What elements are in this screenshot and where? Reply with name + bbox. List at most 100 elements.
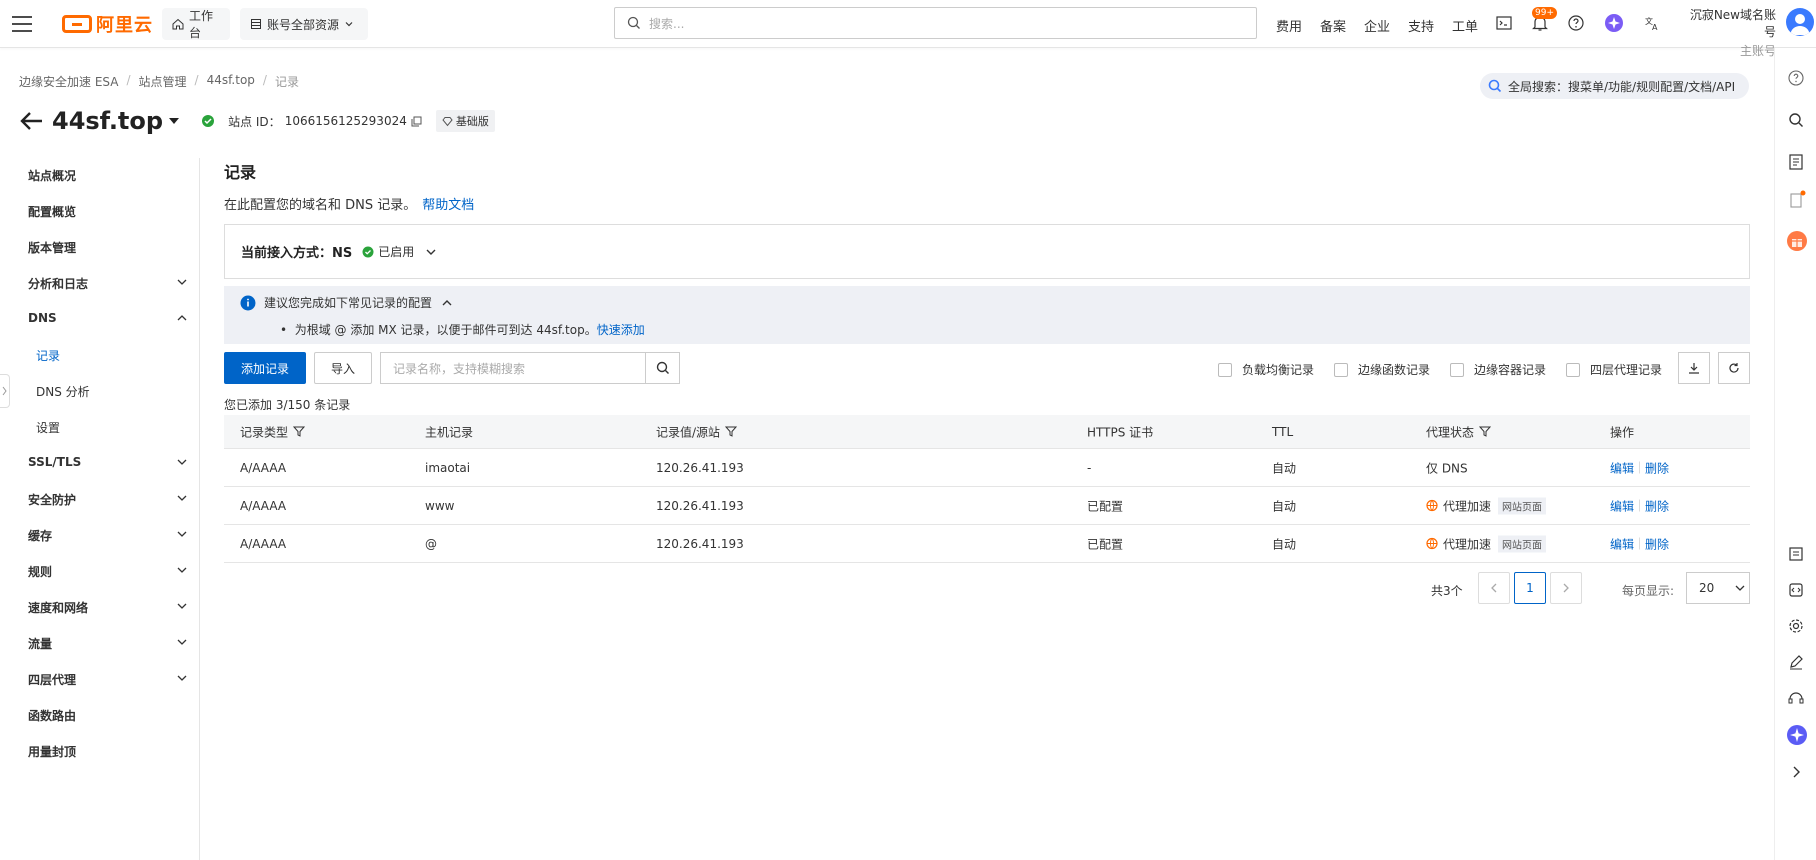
access-mode-panel[interactable]: 当前接入方式：NS 已启用 bbox=[224, 224, 1750, 279]
search-icon[interactable] bbox=[645, 353, 679, 383]
breadcrumb-esa[interactable]: 边缘安全加速 ESA bbox=[19, 73, 118, 90]
table-row: A/AAAA @ 120.26.41.193 已配置 自动 代理加速 网站页面 … bbox=[224, 525, 1750, 563]
ticket-icon[interactable] bbox=[1786, 544, 1806, 564]
nav-icp[interactable]: 备案 bbox=[1320, 16, 1346, 35]
aliyun-logo[interactable]: 阿里云 bbox=[62, 11, 153, 37]
filter-edge-container-checkbox[interactable]: 边缘容器记录 bbox=[1450, 361, 1546, 378]
caret-down-icon[interactable] bbox=[167, 114, 181, 128]
menu-version-management[interactable]: 版本管理 bbox=[28, 239, 76, 256]
menu-rules[interactable]: 规则 bbox=[28, 563, 52, 580]
headset-icon[interactable] bbox=[1786, 688, 1806, 708]
page-title: 记录 bbox=[224, 163, 257, 182]
chevron-down-icon[interactable] bbox=[424, 245, 438, 259]
menu-dns[interactable]: DNS bbox=[28, 311, 57, 325]
quick-add-link[interactable]: 快速添加 bbox=[597, 323, 645, 337]
chevron-up-icon[interactable] bbox=[175, 311, 189, 325]
breadcrumb-separator: / bbox=[194, 73, 199, 87]
chevron-down-icon[interactable] bbox=[175, 635, 189, 649]
filter-icon[interactable] bbox=[293, 426, 306, 438]
edit-link[interactable]: 编辑 bbox=[1610, 459, 1634, 476]
global-search-input[interactable]: 搜索... bbox=[614, 7, 1257, 39]
chevron-down-icon[interactable] bbox=[175, 671, 189, 685]
chevron-down-icon[interactable] bbox=[175, 563, 189, 577]
account-resources-dropdown[interactable]: 账号全部资源 bbox=[240, 8, 368, 40]
console-global-search[interactable]: 全局搜索：搜菜单/功能/规则配置/文档/API bbox=[1480, 73, 1749, 99]
terminal-icon[interactable] bbox=[1494, 13, 1514, 33]
menu-dns-records[interactable]: 记录 bbox=[36, 347, 60, 364]
proxy-accelerate-icon bbox=[1426, 537, 1438, 550]
delete-link[interactable]: 删除 bbox=[1645, 497, 1669, 514]
delete-link[interactable]: 删除 bbox=[1645, 535, 1669, 552]
breadcrumb-site[interactable]: 44sf.top bbox=[207, 73, 255, 90]
chevron-right-icon[interactable] bbox=[1786, 762, 1806, 782]
menu-security[interactable]: 安全防护 bbox=[28, 491, 76, 508]
document-list-icon[interactable] bbox=[1786, 152, 1806, 172]
menu-ssl-tls[interactable]: SSL/TLS bbox=[28, 455, 81, 469]
menu-dns-analytics[interactable]: DNS 分析 bbox=[36, 383, 90, 400]
workbench-button[interactable]: 工作台 bbox=[162, 8, 230, 40]
menu-collapse-handle[interactable] bbox=[0, 374, 10, 408]
chevron-down-icon[interactable] bbox=[175, 599, 189, 613]
refresh-icon[interactable] bbox=[1718, 352, 1750, 384]
back-arrow-icon[interactable] bbox=[18, 107, 46, 135]
menu-cache[interactable]: 缓存 bbox=[28, 527, 52, 544]
download-icon[interactable] bbox=[1678, 352, 1710, 384]
menu-speed-network[interactable]: 速度和网络 bbox=[28, 599, 88, 616]
page-1-button[interactable]: 1 bbox=[1514, 572, 1546, 604]
edit-link[interactable]: 编辑 bbox=[1610, 535, 1634, 552]
menu-icon[interactable] bbox=[10, 12, 34, 36]
edit-link[interactable]: 编辑 bbox=[1610, 497, 1634, 514]
prev-page-button[interactable] bbox=[1478, 572, 1510, 604]
add-record-button[interactable]: 添加记录 bbox=[224, 352, 306, 384]
nav-enterprise[interactable]: 企业 bbox=[1364, 16, 1390, 35]
chevron-down-icon[interactable] bbox=[175, 527, 189, 541]
help-icon[interactable] bbox=[1786, 68, 1806, 88]
filter-load-balance-checkbox[interactable]: 负载均衡记录 bbox=[1218, 361, 1314, 378]
copy-icon[interactable] bbox=[411, 116, 422, 127]
language-icon[interactable]: 文A bbox=[1642, 13, 1662, 33]
chevron-up-icon[interactable] bbox=[440, 296, 454, 310]
ai-assistant-icon[interactable] bbox=[1786, 724, 1807, 745]
site-name[interactable]: 44sf.top bbox=[52, 107, 163, 135]
menu-config-overview[interactable]: 配置概览 bbox=[28, 203, 76, 220]
menu-site-overview[interactable]: 站点概况 bbox=[28, 167, 76, 184]
filter-edge-function-checkbox[interactable]: 边缘函数记录 bbox=[1334, 361, 1430, 378]
code-icon[interactable] bbox=[1786, 580, 1806, 600]
menu-l4-proxy[interactable]: 四层代理 bbox=[28, 671, 76, 688]
menu-traffic[interactable]: 流量 bbox=[28, 635, 52, 652]
filter-l4-proxy-checkbox[interactable]: 四层代理记录 bbox=[1566, 361, 1662, 378]
col-value[interactable]: 记录值/源站 bbox=[656, 423, 738, 440]
help-icon[interactable] bbox=[1566, 13, 1586, 33]
filter-icon[interactable] bbox=[725, 426, 738, 438]
gift-icon[interactable] bbox=[1786, 230, 1807, 251]
menu-analytics-logs[interactable]: 分析和日志 bbox=[28, 275, 88, 292]
search-icon[interactable] bbox=[1786, 110, 1806, 130]
edit-icon[interactable] bbox=[1786, 652, 1806, 672]
gear-icon[interactable] bbox=[1786, 616, 1806, 636]
col-record-type[interactable]: 记录类型 bbox=[240, 423, 306, 440]
account-info[interactable]: 沉寂New域名账号 主账号 bbox=[1680, 6, 1776, 59]
col-actions: 操作 bbox=[1610, 425, 1635, 439]
chevron-down-icon[interactable] bbox=[175, 491, 189, 505]
ai-assistant-icon[interactable] bbox=[1604, 13, 1624, 33]
filter-icon[interactable] bbox=[1479, 426, 1492, 438]
page-size-select[interactable]: 20 bbox=[1686, 572, 1750, 604]
next-page-button[interactable] bbox=[1550, 572, 1582, 604]
import-button[interactable]: 导入 bbox=[314, 352, 372, 384]
breadcrumb-site-management[interactable]: 站点管理 bbox=[139, 73, 187, 90]
menu-function-routes[interactable]: 函数路由 bbox=[28, 707, 76, 724]
nav-support[interactable]: 支持 bbox=[1408, 16, 1434, 35]
col-proxy-status[interactable]: 代理状态 bbox=[1426, 423, 1492, 440]
help-doc-link[interactable]: 帮助文档 bbox=[422, 198, 474, 213]
home-icon bbox=[172, 18, 184, 30]
nav-tickets[interactable]: 工单 bbox=[1452, 16, 1478, 35]
menu-usage-cap[interactable]: 用量封顶 bbox=[28, 743, 76, 760]
nav-billing[interactable]: 费用 bbox=[1276, 16, 1302, 35]
notification-doc-icon[interactable] bbox=[1786, 190, 1806, 210]
delete-link[interactable]: 删除 bbox=[1645, 459, 1669, 476]
record-search-input[interactable]: 记录名称，支持模糊搜索 bbox=[380, 352, 680, 384]
chevron-down-icon[interactable] bbox=[175, 455, 189, 469]
chevron-down-icon[interactable] bbox=[175, 275, 189, 289]
avatar[interactable] bbox=[1786, 8, 1814, 36]
menu-dns-settings[interactable]: 设置 bbox=[36, 419, 60, 436]
